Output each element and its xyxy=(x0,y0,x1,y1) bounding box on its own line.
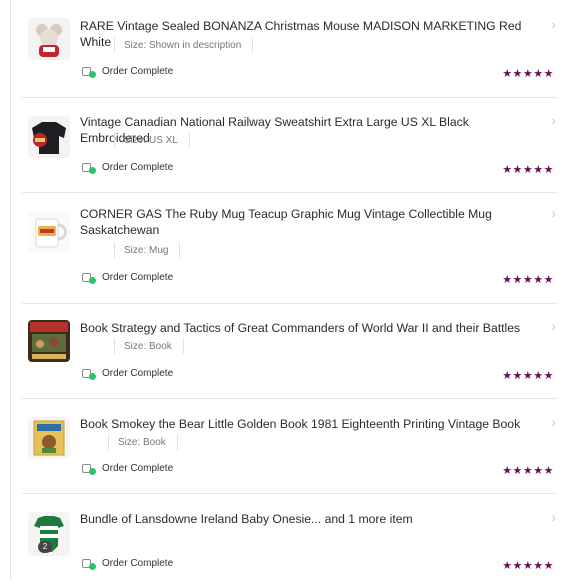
order-title[interactable]: Book Smokey the Bear Little Golden Book … xyxy=(80,416,532,432)
order-title[interactable]: Bundle of Lansdowne Ireland Baby Onesie.… xyxy=(80,511,532,527)
order-complete-icon xyxy=(82,162,96,174)
order-size: Size: Mug xyxy=(113,242,182,258)
order-complete-icon xyxy=(82,463,96,475)
order-title[interactable]: Book Strategy and Tactics of Great Comma… xyxy=(80,320,532,336)
mug-icon[interactable] xyxy=(28,211,70,253)
order-size: Size: Book xyxy=(108,434,178,450)
order-row[interactable]: Book Smokey the Bear Little Golden Book … xyxy=(22,399,558,494)
black-sweatshirt-icon[interactable] xyxy=(28,116,70,158)
chevron-right-icon[interactable]: › xyxy=(551,205,556,221)
order-complete-icon xyxy=(82,368,96,380)
rating-stars: ★★★★★ xyxy=(502,164,554,176)
order-status: Order Complete xyxy=(82,66,174,78)
order-complete-icon xyxy=(82,66,96,78)
order-status: Order Complete xyxy=(82,558,174,570)
chevron-right-icon[interactable]: › xyxy=(551,112,556,128)
order-complete-icon xyxy=(82,272,96,284)
order-status-label: Order Complete xyxy=(102,162,174,173)
order-status-label: Order Complete xyxy=(102,558,174,569)
chevron-right-icon[interactable]: › xyxy=(551,509,556,525)
order-status-label: Order Complete xyxy=(102,368,174,379)
order-status: Order Complete xyxy=(82,162,174,174)
order-row[interactable]: Vintage Canadian National Railway Sweats… xyxy=(22,98,558,193)
order-list: RARE Vintage Sealed BONANZA Christmas Mo… xyxy=(22,0,558,584)
rating-stars: ★★★★★ xyxy=(502,370,554,382)
order-row[interactable]: Book Strategy and Tactics of Great Comma… xyxy=(22,304,558,399)
order-size: Size: Book xyxy=(114,338,184,354)
order-status-label: Order Complete xyxy=(102,463,174,474)
rating-stars: ★★★★★ xyxy=(502,465,554,477)
purchases-page: RARE Vintage Sealed BONANZA Christmas Mo… xyxy=(0,0,580,580)
chevron-right-icon[interactable]: › xyxy=(551,414,556,430)
book-cover-icon[interactable] xyxy=(28,320,70,362)
order-status: Order Complete xyxy=(82,368,174,380)
item-count-badge: 2 xyxy=(38,541,52,553)
christmas-mouse-plush-icon[interactable] xyxy=(28,18,70,60)
rating-stars: ★★★★★ xyxy=(502,274,554,286)
chevron-right-icon[interactable]: › xyxy=(551,318,556,334)
chevron-right-icon[interactable]: › xyxy=(551,16,556,32)
order-row[interactable]: CORNER GAS The Ruby Mug Teacup Graphic M… xyxy=(22,193,558,304)
order-title[interactable]: CORNER GAS The Ruby Mug Teacup Graphic M… xyxy=(80,206,532,238)
order-row[interactable]: 2 Bundle of Lansdowne Ireland Baby Onesi… xyxy=(22,494,558,584)
order-status: Order Complete xyxy=(82,272,174,284)
order-status-label: Order Complete xyxy=(102,272,174,283)
rating-stars: ★★★★★ xyxy=(502,68,554,80)
golden-book-icon[interactable] xyxy=(28,417,70,459)
order-status: Order Complete xyxy=(82,463,174,475)
rating-stars: ★★★★★ xyxy=(502,560,554,572)
baby-onesie-icon[interactable]: 2 xyxy=(28,512,70,556)
order-complete-icon xyxy=(82,558,96,570)
order-size: Size: US XL xyxy=(114,132,190,148)
order-size: Size: Shown in description xyxy=(113,37,254,53)
order-row[interactable]: RARE Vintage Sealed BONANZA Christmas Mo… xyxy=(22,0,558,98)
order-status-label: Order Complete xyxy=(102,66,174,77)
